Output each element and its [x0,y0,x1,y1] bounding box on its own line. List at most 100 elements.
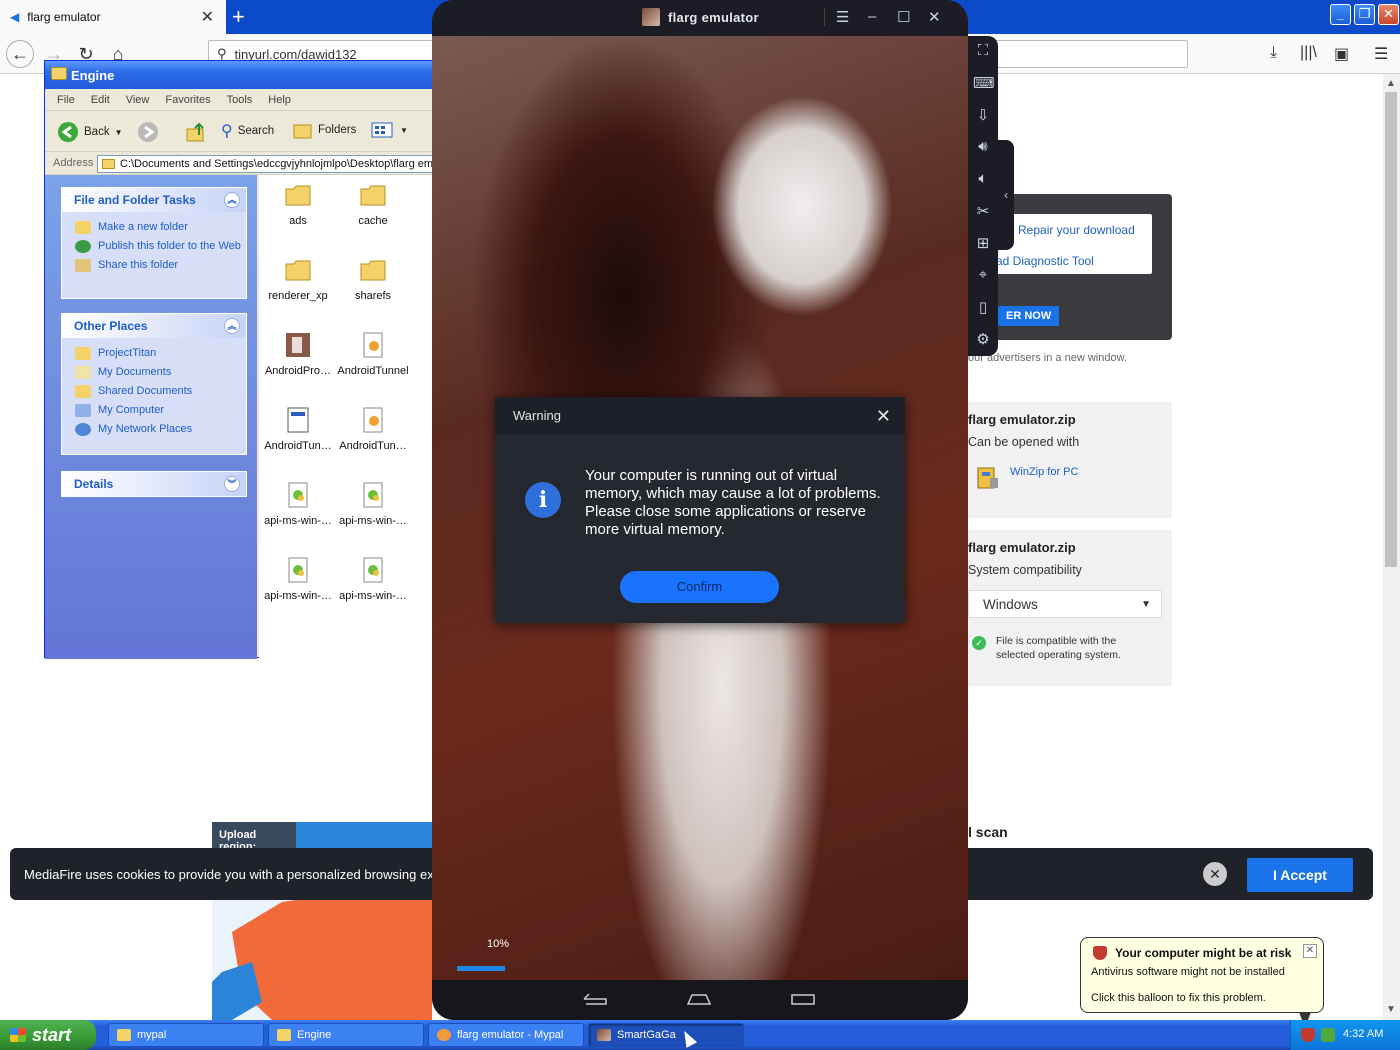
file-item[interactable]: renderer_xp [261,256,335,302]
screenshot-scissors-icon[interactable]: ✂ [973,202,993,222]
network-tray-icon[interactable] [1321,1028,1335,1042]
fullscreen-icon[interactable]: ⛶ [973,42,993,62]
task-publish-web[interactable]: Publish this folder to the Web [62,237,246,256]
accept-cookies-button[interactable]: I Accept [1247,858,1353,892]
tab-close-icon[interactable]: ✕ [201,7,214,27]
file-item[interactable]: AndroidTun… [336,406,410,452]
explorer-titlebar[interactable]: Engine [45,61,435,89]
minimize-icon[interactable]: _ [1330,4,1351,25]
shake-icon[interactable]: ▯ [973,298,993,318]
menu-help[interactable]: Help [268,94,291,106]
new-tab-button[interactable]: + [232,4,245,30]
collapse-icon[interactable]: ︽ [224,192,240,208]
file-item[interactable]: api-ms-win-… [261,481,335,527]
restore-icon[interactable]: ❐ [1354,4,1375,25]
back-button[interactable]: Back ▼ [57,121,123,143]
back-arrow-icon[interactable]: ← [6,40,34,68]
file-item[interactable]: AndroidTun… [261,406,335,452]
file-item[interactable]: AndroidTunnel [336,331,410,377]
security-alert-icon[interactable] [1301,1028,1315,1042]
close-icon[interactable]: ✕ [876,406,891,427]
scroll-down-icon[interactable]: ▼ [1386,1004,1396,1015]
sidebar-icon[interactable]: ▣ [1334,44,1349,64]
library-icon[interactable]: |||\ [1300,44,1317,62]
expand-icon[interactable]: ︾ [224,476,240,492]
details-header[interactable]: Details ︾ [62,472,246,496]
folder-icon [117,1029,131,1041]
winzip-link[interactable]: WinZip for PC [1010,466,1078,478]
browser-tab[interactable]: ◀ flarg emulator ✕ [0,0,226,34]
start-button[interactable]: start [0,1020,96,1050]
menu-tools[interactable]: Tools [227,94,253,106]
app-logo-icon [597,1029,611,1041]
task-share-folder[interactable]: Share this folder [62,256,246,275]
maximize-icon[interactable]: ☐ [897,8,910,26]
minimize-icon[interactable]: – [868,8,876,25]
taskbar-item-browser[interactable]: flarg emulator - Mypal [428,1023,584,1047]
task-make-new-folder[interactable]: Make a new folder [62,218,246,237]
other-places-header[interactable]: Other Places ︽ [62,314,246,338]
place-shared-documents[interactable]: Shared Documents [62,382,246,401]
place-projecttitan[interactable]: ProjectTitan [62,344,246,363]
menu-view[interactable]: View [126,94,150,106]
back-icon[interactable] [582,992,608,1006]
file-item[interactable]: api-ms-win-… [261,556,335,602]
views-button[interactable]: ▼ [371,121,408,139]
taskbar-item-mypal[interactable]: mypal [108,1023,264,1047]
forward-button[interactable] [137,121,159,143]
taskbar-item-engine[interactable]: Engine [268,1023,424,1047]
documents-icon [75,366,91,379]
apk-install-icon[interactable]: ⇩ [973,106,993,126]
file-item[interactable]: cache [336,181,410,227]
collapse-icon[interactable]: ︽ [224,318,240,334]
close-icon[interactable]: ✕ [928,8,941,26]
search-button[interactable]: ⚲ Search [221,121,274,141]
place-network[interactable]: My Network Places [62,420,246,439]
scroll-up-icon[interactable]: ▲ [1386,78,1396,89]
menu-favorites[interactable]: Favorites [165,94,210,106]
file-item[interactable]: AndroidPro… [261,331,335,377]
place-my-documents[interactable]: My Documents [62,363,246,382]
volume-up-icon[interactable]: 🔊︎ [973,138,993,158]
info-icon: i [525,482,561,518]
home-icon[interactable] [686,992,712,1006]
security-balloon[interactable]: Your computer might be at risk Antivirus… [1080,937,1324,1028]
scrollbar-thumb[interactable] [1385,92,1397,567]
location-icon[interactable]: ⌖ [973,266,993,286]
file-item[interactable]: api-ms-win-… [336,481,410,527]
file-item[interactable]: ads [261,181,335,227]
address-field[interactable]: C:\Documents and Settings\edccgvjyhnlojm… [97,155,437,173]
folders-button[interactable]: Folders [293,121,356,139]
address-bar: Address C:\Documents and Settings\edccgv… [45,153,437,175]
file-item[interactable]: api-ms-win-… [336,556,410,602]
multi-instance-icon[interactable]: ⊞ [973,234,993,254]
close-icon[interactable]: ✕ [1378,4,1399,25]
cookie-close-icon[interactable]: ✕ [1203,862,1227,886]
folder-icon [285,260,311,281]
confirm-button[interactable]: Confirm [620,571,779,603]
recent-apps-icon[interactable] [790,992,816,1006]
keyboard-icon[interactable]: ⌨ [973,74,995,94]
volume-down-icon[interactable]: 🔈︎ [973,170,993,190]
settings-gear-icon[interactable]: ⚙ [973,330,993,350]
menu-icon[interactable]: ☰ [836,8,849,26]
page-scrollbar[interactable]: ▲ ▼ [1383,74,1400,1020]
file-item[interactable]: sharefs [336,256,410,302]
os-select[interactable]: Windows ▼ [968,590,1162,618]
place-my-computer[interactable]: My Computer [62,401,246,420]
file-folder-tasks-header[interactable]: File and Folder Tasks ︽ [62,188,246,212]
sidebar-collapse-tab[interactable]: ‹ [998,140,1014,250]
menu-file[interactable]: File [57,94,75,106]
download-now-button[interactable]: ER NOW [998,306,1060,326]
taskbar-item-smartgaga[interactable]: SmartGaGa [588,1023,744,1047]
balloon-close-icon[interactable]: ✕ [1303,944,1317,958]
diagnostic-tool-link[interactable]: ad Diagnostic Tool [996,254,1094,268]
repair-download-link[interactable]: Repair your download [1018,223,1135,237]
back-arrow-icon [58,122,78,142]
menu-edit[interactable]: Edit [91,94,110,106]
download-icon[interactable]: ⤓ [1270,44,1277,62]
file-name: renderer_xp [268,290,328,302]
up-folder-button[interactable] [185,121,207,143]
menu-icon[interactable]: ☰ [1374,44,1388,64]
emulator-titlebar[interactable]: flarg emulator ☰ – ☐ ✕ [432,0,968,36]
